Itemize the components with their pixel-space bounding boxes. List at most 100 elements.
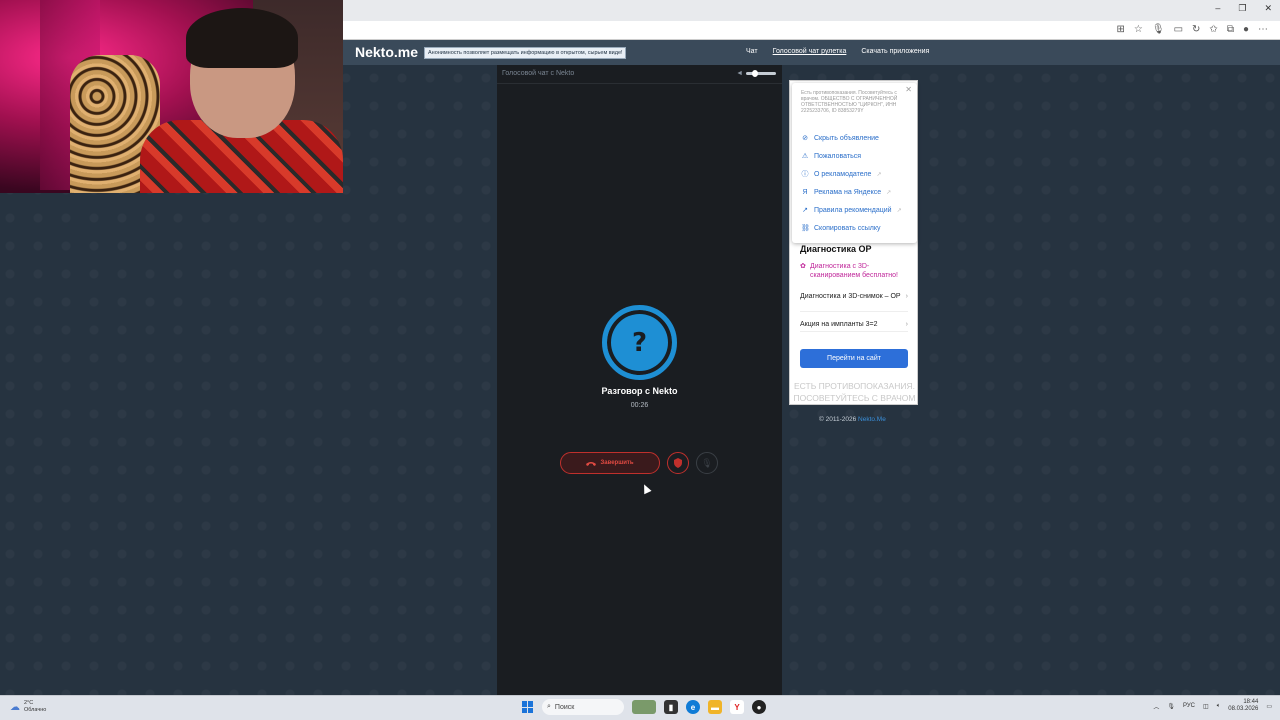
nav-download-apps[interactable]: Скачать приложения	[861, 48, 929, 55]
nav-chat[interactable]: Чат	[746, 48, 758, 55]
folder-icon[interactable]: ▬	[708, 700, 722, 714]
voice-chat-panel: Голосовой чат с Nekto ◄ ? Разговор с Nek…	[497, 65, 782, 695]
speaker-icon: ◄	[736, 70, 743, 77]
mic-icon[interactable]: 🎙︎	[1167, 703, 1175, 710]
copyright-text: © 2011-2026	[819, 416, 857, 423]
warning-icon: ⚠	[801, 153, 809, 160]
volume-icon[interactable]: 🔈︎	[1217, 703, 1221, 710]
favorites-icon[interactable]: ✩	[1209, 24, 1217, 35]
yandex-icon: Я	[802, 188, 808, 196]
conversation-title: Разговор с Nekto	[601, 386, 678, 396]
ad-row-label: Акция на импланты 3=2	[800, 321, 878, 328]
menu-icon[interactable]: ⋯	[1258, 24, 1268, 35]
wifi-icon[interactable]: ◫	[1203, 703, 1209, 710]
yandex-browser-icon[interactable]: Y	[730, 700, 744, 714]
info-icon: ⓘ	[801, 171, 809, 178]
toolbar-icons: ⊞ ☆ 🎙︎ ▭ ↻ ✩ ⧉ ● ⋯	[1117, 24, 1268, 35]
volume-control[interactable]: ◄	[736, 70, 776, 77]
eye-off-icon: ⊘	[802, 135, 808, 142]
edge-icon[interactable]: e	[686, 700, 700, 714]
minimize-button[interactable]: –	[1215, 3, 1220, 14]
chevron-right-icon: ›	[905, 293, 908, 300]
apps-icon[interactable]: ⊞	[1117, 24, 1125, 35]
puzzle-icon[interactable]: ⧉	[1227, 24, 1234, 35]
ad-menu-hide[interactable]: ⊘ Скрыть объявление	[792, 129, 917, 147]
stranger-avatar: ?	[602, 305, 677, 380]
webcam-person-hair	[186, 8, 298, 68]
weather-widget[interactable]: ☁ 2°C Облачно	[10, 700, 46, 714]
arrow-icon: ↗	[802, 207, 808, 214]
weather-temperature: 2°C	[24, 700, 34, 706]
ad-go-to-site-button[interactable]: Перейти на сайт	[800, 349, 908, 368]
ad-menu-rules[interactable]: ↗ Правила рекомендаций ↗	[792, 201, 917, 219]
close-button[interactable]: ✕	[1264, 3, 1272, 14]
call-timer: 00:26	[630, 402, 649, 409]
ad-menu-yandex-ads[interactable]: Я Реклама на Яндексе ↗	[792, 183, 917, 201]
mic-icon: 🎙︎	[701, 457, 713, 468]
hangup-icon	[586, 461, 597, 466]
close-icon[interactable]: ✕	[905, 85, 912, 94]
report-button[interactable]	[667, 452, 689, 474]
task-view-icon[interactable]: ▮	[664, 700, 678, 714]
weather-condition: Облачно	[24, 707, 47, 713]
ad-menu-label: Правила рекомендаций	[814, 206, 892, 214]
taskbar-search[interactable]: ⌕ Поиск	[542, 699, 624, 715]
profile-icon[interactable]: ●	[1243, 24, 1249, 35]
ad-row-implants[interactable]: Акция на импланты 3=2 ›	[800, 320, 908, 332]
app-icon[interactable]: ●	[752, 700, 766, 714]
webcam-overlay	[0, 0, 343, 193]
chevron-right-icon: ›	[905, 321, 908, 328]
maximize-button[interactable]: ❐	[1238, 3, 1246, 14]
ad-menu-copy-link[interactable]: ⛓ Скопировать ссылку	[792, 219, 917, 237]
ad-row-diagnostics[interactable]: Диагностика и 3D-снимок – ОР ›	[800, 292, 908, 312]
chat-header: Голосовой чат с Nekto ◄	[497, 65, 782, 84]
cloud-icon: ☁	[10, 701, 20, 713]
shield-icon	[674, 458, 682, 468]
refresh-icon[interactable]: ↻	[1192, 24, 1200, 35]
language-indicator[interactable]: РУС	[1183, 703, 1195, 709]
main-nav: Чат Голосовой чат рулетка Скачать прилож…	[746, 48, 929, 55]
clock[interactable]: 18:44 08.03.2026	[1228, 699, 1258, 713]
extensions-icon[interactable]: ▭	[1174, 24, 1183, 35]
site-logo[interactable]: Nekto.me	[355, 44, 418, 60]
anonymity-notice: Анонимность позволяет размещать информац…	[424, 47, 626, 59]
ad-menu-report[interactable]: ⚠ Пожаловаться	[792, 147, 917, 165]
ad-banner: ✕ Есть противопоказания. Посоветуйтесь с…	[789, 80, 918, 405]
mic-icon[interactable]: 🎙︎	[1152, 24, 1165, 35]
ad-title[interactable]: Диагностика ОР	[800, 244, 871, 254]
end-call-button[interactable]: Завершить	[560, 452, 660, 474]
search-icon: ⌕	[547, 703, 551, 710]
address-bar[interactable]: ⊞ ☆ 🎙︎ ▭ ↻ ✩ ⧉ ● ⋯	[343, 21, 1280, 40]
copyright-link[interactable]: Nekto.Me	[858, 416, 886, 423]
ad-medical-warning: ЕСТЬ ПРОТИВОПОКАЗАНИЯ. ПОСОВЕТУЙТЕСЬ С В…	[793, 381, 916, 403]
chevron-up-icon[interactable]: ︿	[1153, 702, 1159, 711]
question-mark-icon: ?	[631, 327, 648, 358]
system-tray: ︿ 🎙︎ РУС ◫ 🔈︎ 18:44 08.03.2026 ▭	[1153, 699, 1272, 713]
site-header: Nekto.me Анонимность позволяет размещать…	[343, 40, 1280, 65]
copyright: © 2011-2026 Nekto.Me	[819, 416, 886, 423]
window-controls: – ❐ ✕	[1215, 3, 1272, 14]
nav-voice-roulette[interactable]: Голосовой чат рулетка	[773, 48, 847, 55]
ad-context-menu: ✕ Есть противопоказания. Посоветуйтесь с…	[792, 83, 917, 243]
external-link-icon: ↗	[886, 189, 892, 196]
ad-menu-label: Скопировать ссылку	[814, 224, 881, 232]
external-link-icon: ↗	[876, 171, 882, 178]
notifications-icon[interactable]: ▭	[1266, 703, 1272, 710]
chat-title: Голосовой чат с Nekto	[502, 70, 575, 77]
taskbar-widget-image[interactable]	[632, 700, 656, 714]
ad-menu-label: О рекламодателе	[814, 170, 872, 178]
ad-promo[interactable]: Диагностика с 3D-сканированием бесплатно…	[800, 262, 910, 280]
star-icon[interactable]: ☆	[1134, 24, 1143, 35]
clock-date: 08.03.2026	[1228, 706, 1259, 712]
mute-button[interactable]: 🎙︎	[696, 452, 718, 474]
windows-taskbar: ☁ 2°C Облачно ⌕ Поиск ▮ e ▬ Y ● ︿ 🎙︎ РУС…	[0, 695, 1280, 720]
browser-chrome: – ❐ ✕ ⊞ ☆ 🎙︎ ▭ ↻ ✩ ⧉ ● ⋯	[343, 0, 1280, 40]
ad-menu-label: Пожаловаться	[814, 152, 862, 160]
link-icon: ⛓	[801, 225, 810, 232]
start-button[interactable]	[522, 701, 534, 713]
end-call-label: Завершить	[600, 460, 634, 466]
ad-menu-advertiser[interactable]: ⓘ О рекламодателе ↗	[792, 165, 917, 183]
volume-slider[interactable]	[746, 70, 776, 77]
ad-menu-label: Скрыть объявление	[814, 134, 879, 142]
clock-time: 18:44	[1243, 699, 1259, 705]
